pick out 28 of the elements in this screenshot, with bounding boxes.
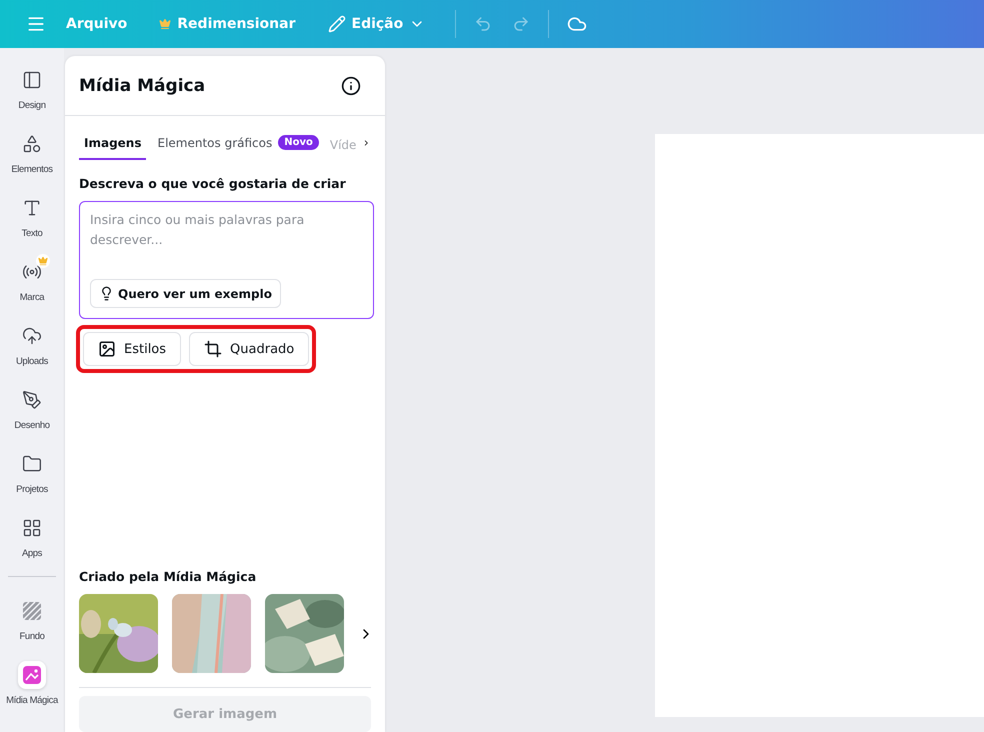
crown-icon [159, 18, 172, 30]
sidebar-item[interactable]: Design [0, 58, 64, 122]
example-button[interactable]: Quero ver um exemplo [90, 279, 281, 308]
redo-icon [512, 15, 530, 33]
sidebar-item[interactable]: Projetos [0, 442, 64, 506]
pencil-icon [328, 15, 346, 33]
lightbulb-icon [99, 286, 114, 301]
undo-icon [474, 15, 492, 33]
sidebar-item[interactable]: Fundo [0, 589, 64, 653]
sidebar-item[interactable]: Elementos [0, 122, 64, 186]
crop-icon [204, 340, 222, 358]
panel-title: Mídia Mágica [79, 76, 206, 96]
prompt-field[interactable]: Insira cinco ou mais palavras para descrever... Quero ver um exemplo [79, 201, 374, 319]
styles-button[interactable]: Estilos [83, 332, 182, 366]
sidebar-item[interactable]: Desenho [0, 378, 64, 442]
tab[interactable]: Elementos gráficos Novo [152, 131, 324, 160]
prompt-label: Descreva o que você gostaria de criar [79, 176, 347, 191]
sidebar-item[interactable]: Uploads [0, 314, 64, 378]
image-icon [98, 340, 116, 358]
sparkle-image-icon [18, 661, 46, 689]
aspect-button[interactable]: Quadrado [189, 332, 310, 366]
sidebar-item[interactable]: Marca [0, 250, 64, 314]
sidebar-item[interactable]: Apps [0, 506, 64, 570]
sidebar-item[interactable]: Texto [0, 186, 64, 250]
new-badge: Novo [278, 135, 319, 150]
gallery-title: Criado pela Mídia Mágica [79, 569, 258, 584]
tab[interactable]: Imagens [79, 132, 146, 160]
sidebar-item[interactable]: Mídia Mágica [0, 653, 64, 717]
